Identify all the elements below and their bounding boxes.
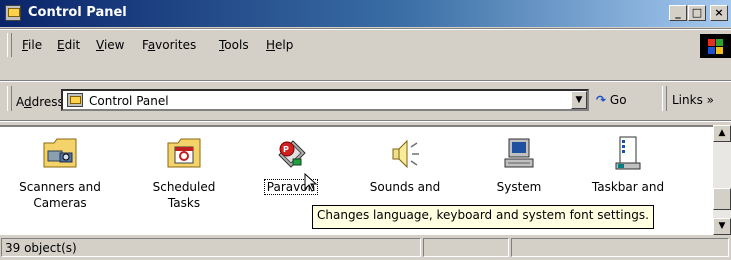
control-panel-icon[interactable] (5, 5, 21, 21)
item-label: System (496, 180, 542, 194)
address-input[interactable]: Control Panel ▼ (61, 89, 589, 111)
window-title: Control Panel (28, 5, 127, 20)
menu-tools[interactable]: Tools (219, 38, 249, 52)
menu-file[interactable]: File (22, 38, 42, 52)
tooltip: Changes language, keyboard and system fo… (312, 205, 654, 229)
item-sounds[interactable]: Sounds and (351, 135, 459, 195)
scroll-down-button[interactable]: ▼ (713, 218, 731, 235)
item-paravon[interactable]: P Paravon (237, 135, 345, 195)
address-dropdown-button[interactable]: ▼ (571, 91, 587, 109)
item-label: Scanners and (19, 180, 101, 194)
links-grip[interactable] (662, 86, 667, 111)
address-bottom-divider (0, 120, 731, 122)
scanner-camera-icon (40, 135, 80, 173)
address-top-divider (0, 80, 731, 82)
menu-favorites[interactable]: Favorites (142, 38, 196, 52)
go-button[interactable]: ↷ Go (596, 93, 627, 107)
menu-help[interactable]: Help (266, 38, 293, 52)
taskbar-icon (608, 135, 648, 173)
address-label: Address (16, 95, 64, 109)
menu-edit[interactable]: Edit (57, 38, 80, 52)
windows-logo-icon (700, 34, 731, 58)
paravon-icon: P (271, 135, 311, 173)
address-value: Control Panel (89, 94, 169, 108)
system-icon (499, 135, 539, 173)
links-button[interactable]: Links » (672, 93, 714, 107)
item-label: Scheduled (152, 180, 216, 194)
status-pane-zone (511, 238, 729, 257)
item-label: Taskbar and (591, 180, 665, 194)
item-taskbar[interactable]: Taskbar and (574, 135, 682, 195)
item-scheduled-tasks[interactable]: Scheduled Tasks (130, 135, 238, 211)
scroll-up-button[interactable]: ▲ (713, 125, 731, 142)
status-pane-size (423, 238, 509, 257)
item-label: Tasks (167, 196, 201, 210)
item-label: Cameras (33, 196, 87, 210)
mouse-cursor-icon (304, 173, 318, 192)
svg-text:P: P (283, 145, 289, 154)
object-count: 39 object(s) (5, 241, 77, 255)
status-pane-main: 39 object(s) (1, 238, 421, 257)
item-scanners-cameras[interactable]: Scanners and Cameras (6, 135, 114, 211)
item-system[interactable]: System (465, 135, 573, 195)
close-button[interactable]: × (710, 5, 728, 21)
scheduled-tasks-icon (164, 135, 204, 173)
sounds-icon (385, 135, 425, 173)
menubar-top-divider (0, 28, 731, 30)
menu-view[interactable]: View (96, 38, 124, 52)
menubar-grip[interactable] (7, 33, 12, 57)
title-bar: Control Panel _ □ × (0, 0, 731, 27)
addressbar-grip[interactable] (7, 86, 12, 111)
status-bar: 39 object(s) (0, 235, 731, 260)
vertical-scrollbar[interactable]: ▲ ▼ (713, 125, 731, 235)
item-label: Sounds and (369, 180, 441, 194)
scroll-thumb[interactable] (713, 188, 731, 210)
address-folder-icon (67, 93, 83, 107)
maximize-button[interactable]: □ (688, 5, 706, 21)
go-arrow-icon: ↷ (596, 93, 607, 107)
minimize-button[interactable]: _ (669, 5, 687, 21)
